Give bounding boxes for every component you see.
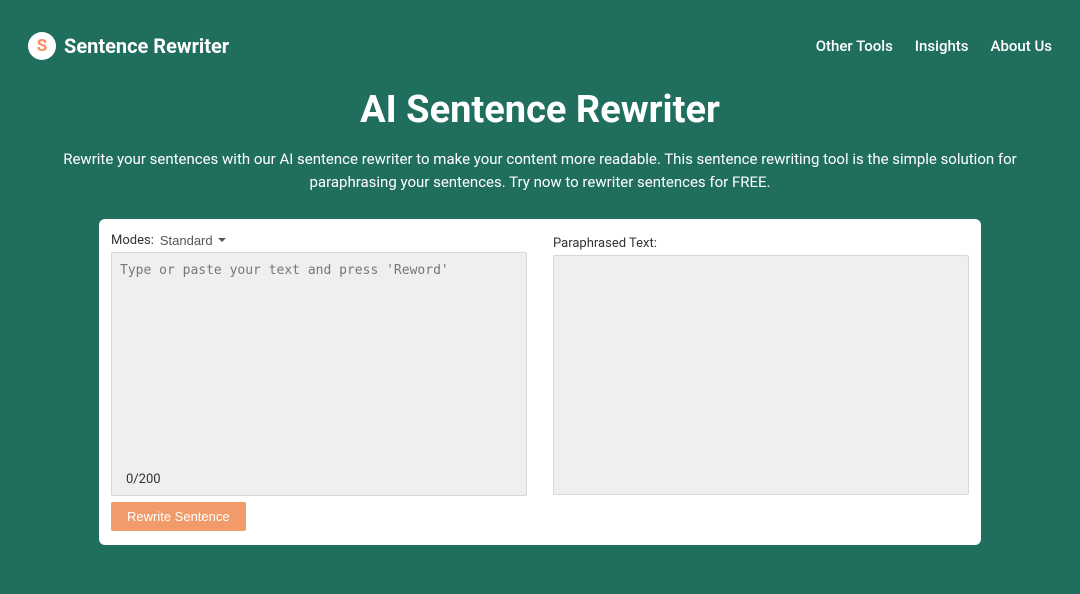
input-textarea[interactable]	[112, 253, 526, 495]
logo-icon: S	[28, 32, 56, 60]
hero-section: AI Sentence Rewriter Rewrite your senten…	[0, 80, 1080, 219]
rewrite-button[interactable]: Rewrite Sentence	[111, 502, 246, 531]
page-subtitle: Rewrite your sentences with our AI sente…	[30, 148, 1050, 195]
nav-insights[interactable]: Insights	[915, 37, 969, 55]
char-counter: 0/200	[126, 472, 161, 487]
nav: Other Tools Insights About Us	[816, 37, 1052, 55]
output-box	[553, 255, 969, 495]
logo-text: Sentence Rewriter	[64, 34, 229, 58]
modes-dropdown[interactable]: Standard	[160, 233, 226, 248]
modes-row: Modes: Standard	[111, 233, 527, 248]
nav-about-us[interactable]: About Us	[991, 37, 1053, 55]
nav-other-tools[interactable]: Other Tools	[816, 37, 893, 55]
tool-card: Modes: Standard 0/200 Rewrite Sentence P…	[99, 219, 981, 545]
header: S Sentence Rewriter Other Tools Insights…	[0, 0, 1080, 80]
output-label: Paraphrased Text:	[553, 233, 969, 251]
input-panel: Modes: Standard 0/200 Rewrite Sentence	[111, 233, 527, 531]
mode-selected: Standard	[160, 233, 213, 248]
input-textarea-wrapper: 0/200	[111, 252, 527, 496]
modes-label: Modes:	[111, 233, 154, 248]
page-title: AI Sentence Rewriter	[28, 88, 1052, 132]
logo-section[interactable]: S Sentence Rewriter	[28, 32, 229, 60]
chevron-down-icon	[218, 238, 226, 242]
logo-letter: S	[37, 36, 47, 56]
output-panel: Paraphrased Text:	[553, 233, 969, 531]
